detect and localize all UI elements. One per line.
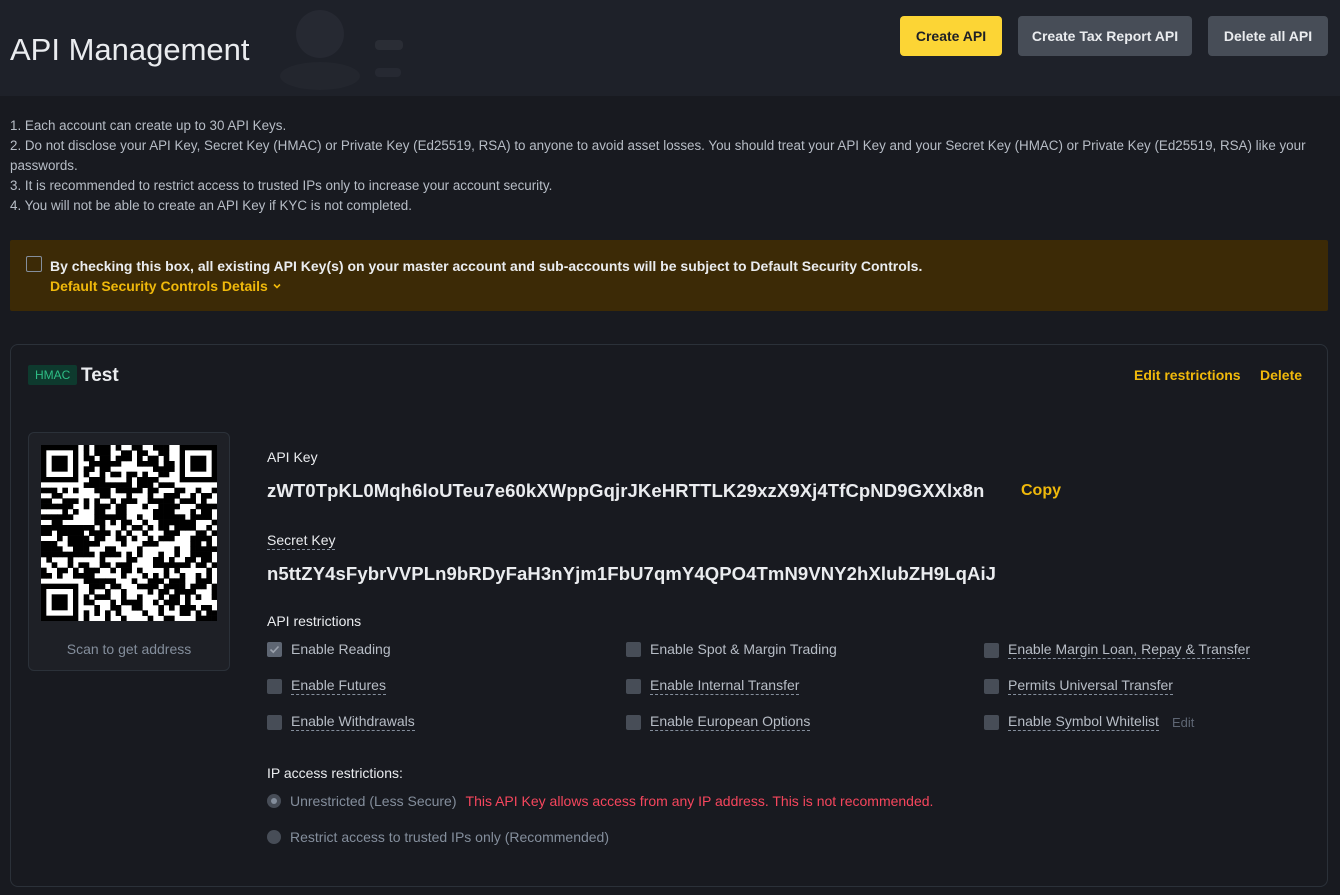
permission-enable-futures[interactable]: Enable Futures [267, 677, 386, 695]
ip-warning-text: This API Key allows access from any IP a… [465, 793, 934, 809]
blurred-avatar-graphic [280, 10, 403, 90]
copy-api-key-button[interactable]: Copy [1021, 482, 1061, 500]
api-key-value: zWT0TpKL0Mqh6loUTeu7e60kXWppGqjrJKeHRTTL… [267, 480, 985, 501]
note-item: 3. It is recommended to restrict access … [10, 178, 553, 193]
checkbox[interactable] [984, 714, 999, 730]
permission-universal-transfer[interactable]: Permits Universal Transfer [984, 677, 1173, 695]
note-item: 1. Each account can create up to 30 API … [10, 118, 287, 133]
security-controls-details-link[interactable]: Default Security Controls Details [50, 278, 282, 294]
permission-enable-withdrawals[interactable]: Enable Withdrawals [267, 713, 415, 731]
note-item: 2. Do not disclose your API Key, Secret … [10, 138, 1306, 173]
checkbox[interactable] [267, 714, 282, 730]
permission-enable-symbol-whitelist[interactable]: Enable Symbol Whitelist Edit [984, 713, 1194, 731]
permission-label: Enable Reading [291, 641, 391, 657]
permission-label: Enable Futures [291, 677, 386, 695]
checkbox-checked[interactable] [267, 641, 282, 657]
security-controls-details-label: Default Security Controls Details [50, 278, 268, 294]
checkbox[interactable] [626, 678, 641, 694]
checkbox[interactable] [984, 678, 999, 694]
ip-access-label: IP access restrictions: [267, 765, 403, 781]
ip-option-restricted[interactable]: Restrict access to trusted IPs only (Rec… [267, 829, 609, 845]
ip-option-label: Unrestricted (Less Secure) [290, 793, 457, 809]
qr-caption: Scan to get address [66, 641, 192, 657]
chevron-down-icon [273, 283, 281, 289]
permission-enable-margin-loan[interactable]: Enable Margin Loan, Repay & Transfer [984, 641, 1251, 659]
secret-key-value: n5ttZY4sFybrVVPLn9bRDyFaH3nYjm1FbU7qmY4Q… [267, 563, 997, 584]
security-controls-checkbox[interactable] [26, 256, 42, 272]
note-item: 4. You will not be able to create an API… [10, 198, 412, 213]
permission-label: Enable Symbol Whitelist [1008, 713, 1159, 731]
page-title: API Management [10, 32, 250, 67]
hmac-badge: HMAC [28, 365, 78, 385]
checkmark-icon [269, 645, 280, 653]
permission-label: Enable Internal Transfer [650, 677, 800, 695]
qr-code-image [41, 445, 217, 621]
checkbox[interactable] [984, 642, 999, 658]
radio[interactable] [267, 830, 281, 844]
delete-all-api-button[interactable]: Delete all API [1208, 16, 1328, 56]
delete-api-key-button[interactable]: Delete [1260, 367, 1302, 383]
permission-enable-european-options[interactable]: Enable European Options [626, 713, 811, 731]
radio-selected[interactable] [267, 794, 281, 808]
api-key-card: HMAC Test Edit restrictions Delete Scan … [10, 344, 1328, 887]
permission-label: Enable European Options [650, 713, 811, 731]
ip-option-label: Restrict access to trusted IPs only (Rec… [290, 829, 610, 845]
security-controls-text: By checking this box, all existing API K… [50, 258, 923, 274]
permission-label: Enable Withdrawals [291, 713, 415, 731]
checkbox[interactable] [626, 641, 641, 657]
api-key-name: Test [81, 365, 119, 386]
ip-option-unrestricted[interactable]: Unrestricted (Less Secure) This API Key … [267, 793, 933, 809]
api-restrictions-label: API restrictions [267, 613, 362, 629]
security-controls-notice: By checking this box, all existing API K… [10, 240, 1328, 311]
permission-enable-internal-transfer[interactable]: Enable Internal Transfer [626, 677, 800, 695]
checkbox[interactable] [626, 714, 641, 730]
page-header: API Management Create API Create Tax Rep… [0, 0, 1340, 96]
permission-enable-reading[interactable]: Enable Reading [267, 641, 391, 657]
edit-restrictions-button[interactable]: Edit restrictions [1134, 367, 1241, 383]
create-tax-report-api-button[interactable]: Create Tax Report API [1018, 16, 1192, 56]
api-notes: 1. Each account can create up to 30 API … [10, 116, 1340, 216]
permission-label: Enable Margin Loan, Repay & Transfer [1008, 641, 1251, 659]
secret-key-label: Secret Key [267, 532, 336, 550]
permission-label: Enable Spot & Margin Trading [650, 641, 837, 657]
api-key-label: API Key [267, 449, 318, 465]
edit-whitelist-button[interactable]: Edit [1172, 715, 1194, 730]
permission-label: Permits Universal Transfer [1008, 677, 1173, 695]
qr-code-panel: Scan to get address [28, 432, 230, 671]
create-api-button[interactable]: Create API [900, 16, 1002, 56]
permission-enable-spot-margin-trading[interactable]: Enable Spot & Margin Trading [626, 641, 837, 657]
checkbox[interactable] [267, 678, 282, 694]
